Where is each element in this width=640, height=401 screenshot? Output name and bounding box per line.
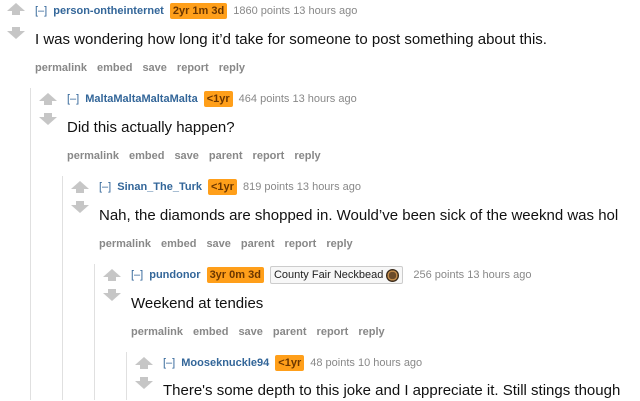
upvote-arrow-icon[interactable] — [70, 180, 90, 194]
downvote-arrow-icon[interactable] — [134, 376, 154, 390]
comment-body: There's some depth to this joke and I ap… — [163, 382, 621, 399]
report-button[interactable]: report — [177, 62, 209, 74]
comment-body: Weekend at tendies — [131, 295, 264, 312]
account-age-badge: 3yr 0m 3d — [206, 267, 264, 283]
downvote-arrow-icon[interactable] — [102, 288, 122, 302]
account-age-badge: 2yr 1m 3d — [169, 3, 228, 19]
neckbeard-face-icon — [386, 268, 400, 282]
comment-author[interactable]: Sinan_The_Turk — [117, 178, 202, 196]
upvote-arrow-icon[interactable] — [102, 268, 122, 282]
comment-tagline: [–] person-ontheinternet 2yr 1m 3d 1860 … — [35, 2, 357, 20]
report-button[interactable]: report — [285, 238, 317, 250]
comment-score: 464 points — [238, 93, 290, 105]
upvote-arrow-icon[interactable] — [6, 2, 26, 16]
vote-controls — [70, 180, 90, 214]
comment-body: Did this actually happen? — [67, 119, 235, 136]
comment-body: I was wondering how long it’d take for s… — [35, 31, 547, 48]
comment-score: 48 points — [310, 357, 355, 369]
downvote-arrow-icon[interactable] — [70, 200, 90, 214]
vote-controls — [102, 268, 122, 302]
vote-controls — [134, 356, 154, 390]
comment-time: 10 hours ago — [357, 357, 423, 369]
collapse-toggle[interactable]: [–] — [99, 178, 111, 196]
thread-guide-line — [30, 88, 31, 400]
downvote-arrow-icon[interactable] — [38, 112, 58, 126]
upvote-arrow-icon[interactable] — [134, 356, 154, 370]
comment-body: Nah, the diamonds are shopped in. Would’… — [99, 207, 619, 224]
comment-actions: permalink embed save parent report reply — [99, 237, 363, 251]
comment-time: 13 hours ago — [467, 269, 532, 281]
permalink-button[interactable]: permalink — [99, 238, 151, 250]
comment-author[interactable]: pundonor — [149, 266, 200, 284]
vote-controls — [6, 2, 26, 40]
reply-button[interactable]: reply — [294, 150, 320, 162]
account-age-badge: <1yr — [203, 91, 233, 107]
comment-time: 13 hours ago — [292, 93, 357, 105]
collapse-toggle[interactable]: [–] — [35, 2, 47, 20]
thread-guide-line — [94, 264, 95, 400]
comment-tagline: [–] MaltaMaltaMaltaMalta <1yr 464 points… — [67, 90, 357, 108]
collapse-toggle[interactable]: [–] — [131, 266, 143, 284]
account-age-badge: <1yr — [208, 179, 237, 195]
comment-author[interactable]: MaltaMaltaMaltaMalta — [85, 90, 197, 108]
embed-button[interactable]: embed — [97, 62, 132, 74]
permalink-button[interactable]: permalink — [131, 326, 183, 338]
save-button[interactable]: save — [206, 238, 230, 250]
report-button[interactable]: report — [317, 326, 349, 338]
parent-button[interactable]: parent — [209, 150, 243, 162]
collapse-toggle[interactable]: [–] — [67, 90, 79, 108]
collapse-toggle[interactable]: [–] — [163, 354, 175, 372]
comment-score: 256 points — [413, 269, 465, 281]
reply-button[interactable]: reply — [358, 326, 384, 338]
save-button[interactable]: save — [142, 62, 166, 74]
user-flair: County Fair Neckbead — [269, 266, 404, 284]
permalink-button[interactable]: permalink — [67, 150, 119, 162]
thread-guide-line — [126, 352, 127, 400]
save-button[interactable]: save — [174, 150, 198, 162]
comment-time: 13 hours ago — [293, 5, 358, 17]
embed-button[interactable]: embed — [161, 238, 196, 250]
account-age-badge: <1yr — [275, 355, 305, 371]
parent-button[interactable]: parent — [241, 238, 275, 250]
comment-score: 819 points — [242, 181, 294, 193]
comment-tagline: [–] Sinan_The_Turk <1yr 819 points 13 ho… — [99, 178, 361, 196]
vote-controls — [38, 92, 58, 126]
comment-tagline: [–] pundonor 3yr 0m 3d County Fair Neckb… — [131, 266, 531, 284]
save-button[interactable]: save — [238, 326, 262, 338]
comment-actions: permalink embed save report reply — [35, 61, 255, 75]
downvote-arrow-icon[interactable] — [6, 26, 26, 40]
permalink-button[interactable]: permalink — [35, 62, 87, 74]
report-button[interactable]: report — [253, 150, 285, 162]
comment-actions: permalink embed save parent report reply — [67, 149, 331, 163]
thread-guide-line — [62, 176, 63, 400]
comment-author[interactable]: Mooseknuckle94 — [181, 354, 269, 372]
comment-tagline: [–] Mooseknuckle94 <1yr 48 points 10 hou… — [163, 354, 422, 372]
comment-author[interactable]: person-ontheinternet — [53, 2, 164, 20]
comment-score: 1860 points — [233, 5, 291, 17]
flair-text: County Fair Neckbead — [273, 269, 384, 281]
embed-button[interactable]: embed — [193, 326, 228, 338]
comment-time: 13 hours ago — [296, 181, 361, 193]
comment-actions: permalink embed save parent report reply — [131, 325, 395, 339]
reply-button[interactable]: reply — [326, 238, 352, 250]
parent-button[interactable]: parent — [273, 326, 307, 338]
upvote-arrow-icon[interactable] — [38, 92, 58, 106]
reply-button[interactable]: reply — [219, 62, 245, 74]
embed-button[interactable]: embed — [129, 150, 164, 162]
